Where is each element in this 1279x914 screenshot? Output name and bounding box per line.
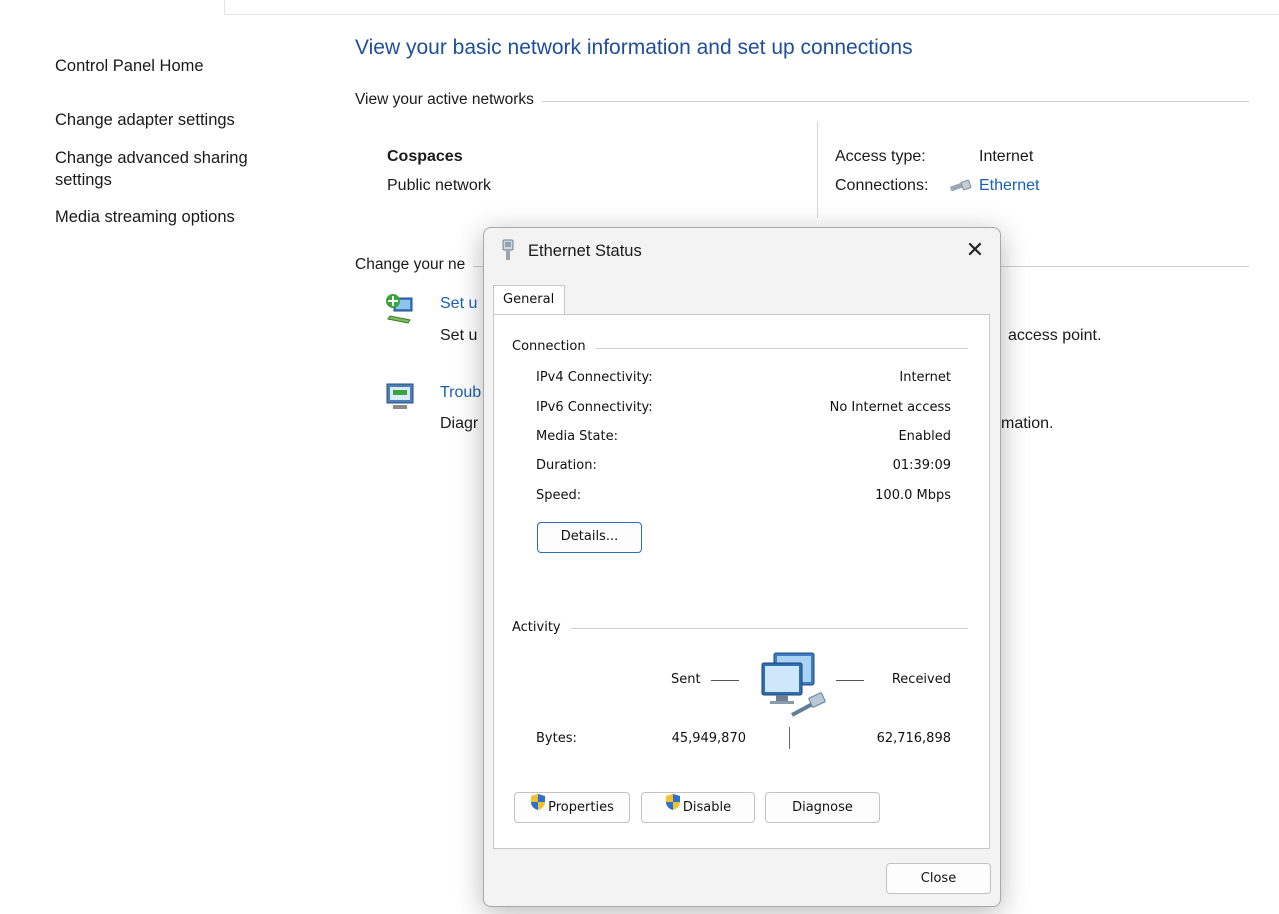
uac-shield-icon (665, 793, 681, 822)
uac-shield-icon (530, 793, 546, 822)
bytes-label: Bytes: (536, 731, 577, 746)
window-top-border (224, 0, 1279, 15)
network-name: Cospaces (387, 148, 463, 165)
ethernet-cable-icon (948, 179, 974, 198)
network-category: Public network (387, 177, 492, 194)
disable-label: Disable (682, 800, 732, 815)
activity-group-label: Activity (512, 620, 571, 635)
ethernet-status-dialog: Ethernet Status ✕ General Connection IPv… (483, 227, 1001, 907)
close-icon[interactable]: ✕ (960, 236, 990, 264)
tab-general[interactable]: General (493, 285, 565, 315)
speed-label: Speed: (536, 488, 582, 503)
close-button[interactable]: Close (886, 863, 991, 894)
network-computers-icon (760, 651, 836, 728)
ipv4-label: IPv4 Connectivity: (536, 370, 653, 385)
bytes-separator (789, 727, 790, 749)
ipv6-value: No Internet access (829, 400, 951, 415)
setup-connection-icon (384, 292, 416, 324)
nav-change-adapter-settings[interactable]: Change adapter settings (55, 109, 235, 131)
network-divider (817, 122, 818, 218)
troubleshoot-desc: Diagr (440, 415, 479, 432)
sent-line (711, 680, 739, 681)
nav-control-panel-home[interactable]: Control Panel Home (55, 55, 204, 77)
ipv4-value: Internet (899, 370, 951, 385)
disable-button[interactable]: Disable (641, 792, 755, 823)
media-state-value: Enabled (898, 429, 951, 444)
bytes-sent-value: 45,949,870 (671, 731, 746, 746)
troubleshoot-icon (384, 381, 416, 413)
nav-change-advanced-sharing[interactable]: Change advanced sharing settings (55, 147, 275, 191)
troubleshoot-link[interactable]: Troub (440, 384, 481, 402)
active-networks-label: View your active networks (355, 91, 542, 109)
diagnose-button[interactable]: Diagnose (765, 792, 880, 823)
nav-media-streaming[interactable]: Media streaming options (55, 206, 235, 228)
setup-connection-desc-tail: access point. (1008, 327, 1102, 344)
setup-connection-desc: Set u (440, 327, 478, 344)
troubleshoot-desc-tail: mation. (1001, 415, 1054, 432)
media-state-label: Media State: (536, 429, 618, 444)
duration-value: 01:39:09 (892, 458, 951, 473)
received-label: Received (891, 672, 951, 687)
activity-group-rule (512, 628, 968, 629)
sent-label: Sent (671, 672, 701, 687)
connection-group-label: Connection (512, 339, 596, 354)
bytes-received-value: 62,716,898 (876, 731, 951, 746)
duration-label: Duration: (536, 458, 597, 473)
ethernet-connection-link[interactable]: Ethernet (979, 177, 1039, 195)
ipv6-label: IPv6 Connectivity: (536, 400, 653, 415)
connections-label: Connections: (835, 177, 929, 194)
properties-label: Properties (548, 800, 614, 815)
dialog-title: Ethernet Status (528, 242, 642, 260)
setup-connection-link[interactable]: Set u (440, 295, 477, 313)
speed-value: 100.0 Mbps (875, 488, 951, 503)
access-type-label: Access type: (835, 148, 926, 165)
properties-button[interactable]: Properties (514, 792, 630, 823)
access-type-value: Internet (979, 148, 1034, 165)
ethernet-adapter-icon (500, 239, 516, 261)
details-button[interactable]: Details... (537, 522, 642, 553)
received-line (836, 680, 864, 681)
change-settings-label: Change your ne (355, 256, 474, 274)
general-tab-panel: Connection IPv4 Connectivity: Internet I… (493, 314, 990, 849)
page-title: View your basic network information and … (355, 36, 913, 59)
